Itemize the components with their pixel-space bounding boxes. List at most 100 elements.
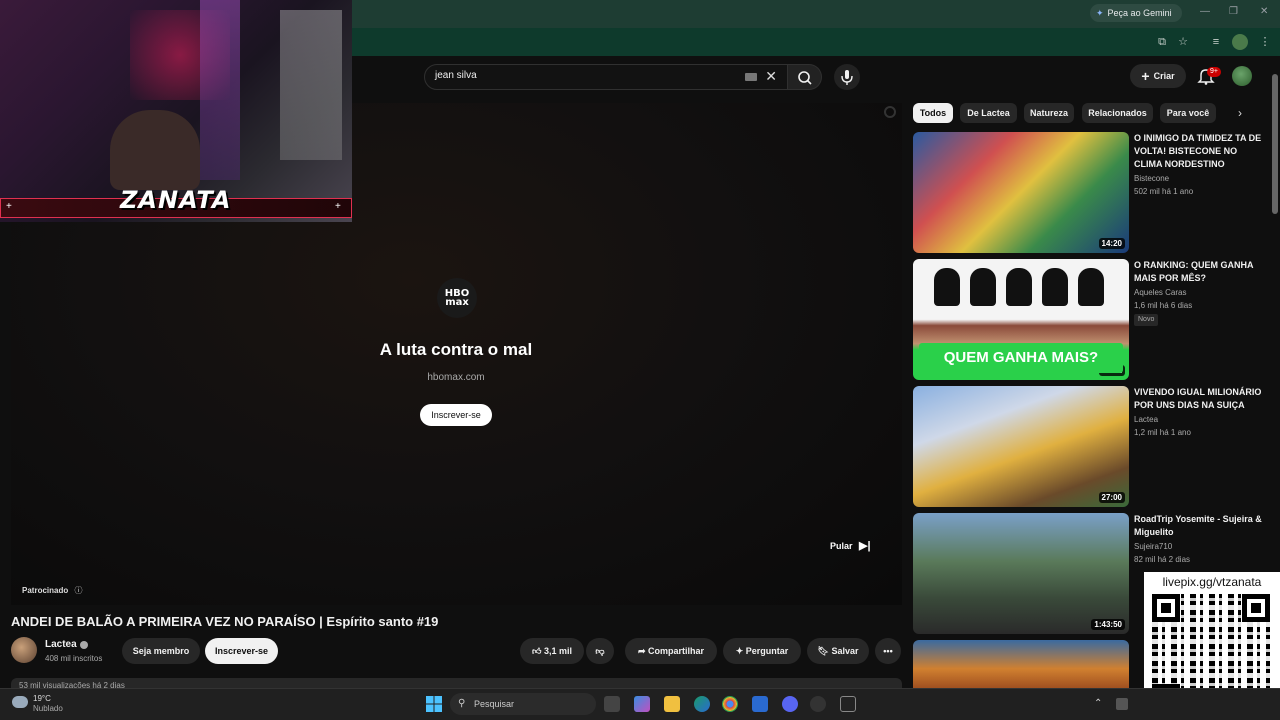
rec-thumbnail[interactable]: 14:20 bbox=[913, 132, 1129, 253]
start-button[interactable] bbox=[426, 696, 442, 712]
silhouette-icon bbox=[934, 268, 960, 306]
network-icon[interactable] bbox=[1116, 698, 1128, 710]
chip-para-voce[interactable]: Para você bbox=[1160, 103, 1216, 123]
subscribe-button[interactable]: Inscrever-se bbox=[205, 638, 278, 664]
rec-meta: 502 mil há 1 ano bbox=[1134, 187, 1194, 196]
rec-channel[interactable]: Lactea bbox=[1134, 415, 1158, 424]
search-input[interactable]: jean silva ✕ bbox=[424, 64, 788, 90]
rec-channel[interactable]: Aqueles Caras bbox=[1134, 288, 1186, 297]
silhouette-icon bbox=[1006, 268, 1032, 306]
rec-meta: 1,2 mil há 1 ano bbox=[1134, 428, 1191, 437]
close-window-icon[interactable]: ✕ bbox=[1260, 6, 1268, 17]
new-badge: Novo bbox=[1134, 314, 1159, 326]
rec-thumbnail[interactable]: 27:00 bbox=[913, 386, 1129, 507]
copilot-icon[interactable] bbox=[634, 696, 650, 712]
rec-title[interactable]: O RANKING: QUEM GANHA MAIS POR MÊS? bbox=[1134, 259, 1264, 285]
create-button[interactable]: + Criar bbox=[1130, 64, 1186, 88]
ask-gemini-button[interactable]: ✦ Peça ao Gemini bbox=[1090, 4, 1182, 22]
more-actions-button[interactable]: ••• bbox=[875, 638, 901, 664]
search-icon bbox=[798, 71, 812, 85]
microphone-icon bbox=[841, 70, 853, 85]
ask-gemini-label: Peça ao Gemini bbox=[1107, 8, 1172, 18]
bookmark-star-icon[interactable]: ☆ bbox=[1175, 34, 1191, 50]
sponsored-text: Patrocinado bbox=[22, 586, 69, 595]
sparkle-icon: ✦ bbox=[735, 646, 744, 656]
qr-finder-pattern bbox=[1242, 594, 1270, 622]
silhouette-icon bbox=[970, 268, 996, 306]
gemini-icon: ✦ bbox=[1096, 8, 1104, 18]
ad-url[interactable]: hbomax.com bbox=[300, 372, 612, 383]
thumbs-up-icon: 👍︎ bbox=[532, 646, 542, 656]
info-icon[interactable]: ⓘ bbox=[74, 586, 82, 595]
webcam-shelf bbox=[280, 10, 342, 160]
cloud-icon[interactable] bbox=[12, 696, 28, 708]
thumbs-down-icon: 👎︎ bbox=[595, 646, 605, 656]
chevron-up-icon[interactable]: ⌃ bbox=[1094, 698, 1106, 710]
plus-decoration-icon: + bbox=[6, 201, 12, 212]
windows-logo-icon bbox=[426, 696, 442, 712]
notification-count-badge: 9+ bbox=[1207, 67, 1221, 77]
hbo-max-logo: HBO max bbox=[437, 278, 477, 318]
rec-duration: 1:43:50 bbox=[1091, 619, 1125, 630]
clear-search-icon[interactable]: ✕ bbox=[765, 68, 777, 85]
chip-todos[interactable]: Todos bbox=[913, 103, 953, 123]
bookmark-icon: 🔖︎ bbox=[817, 646, 829, 656]
rec-channel[interactable]: Sujeira710 bbox=[1134, 542, 1172, 551]
channel-avatar[interactable] bbox=[11, 637, 37, 663]
join-button[interactable]: Seja membro bbox=[122, 638, 200, 664]
voice-search-button[interactable] bbox=[834, 64, 860, 90]
rec-thumbnail[interactable] bbox=[913, 640, 1129, 688]
ask-button[interactable]: ✦ Perguntar bbox=[723, 638, 801, 664]
more-icon: ••• bbox=[883, 646, 893, 656]
taskbar-search[interactable]: ⚲ Pesquisar bbox=[450, 693, 596, 715]
rec-channel[interactable]: Bistecone bbox=[1134, 174, 1169, 183]
rec-title[interactable]: O INIMIGO DA TIMIDEZ TA DE VOLTA! BISTEC… bbox=[1134, 132, 1264, 171]
file-explorer-icon[interactable] bbox=[664, 696, 680, 712]
rec-thumbnail-text: QUEM GANHA MAIS? bbox=[919, 343, 1123, 373]
browser-menu-icon[interactable]: ⋮ bbox=[1257, 34, 1273, 50]
weather-temperature[interactable]: 19°C bbox=[33, 694, 51, 703]
chip-relacionados[interactable]: Relacionados bbox=[1082, 103, 1153, 123]
media-controls-icon[interactable]: ≡ bbox=[1208, 34, 1224, 50]
rec-title[interactable]: RoadTrip Yosemite - Sujeira & Miguelito bbox=[1134, 513, 1264, 539]
epic-games-icon[interactable] bbox=[840, 696, 856, 712]
silhouette-icon bbox=[1078, 268, 1104, 306]
obs-icon[interactable] bbox=[810, 696, 826, 712]
plus-icon: + bbox=[1141, 68, 1150, 84]
discord-icon[interactable] bbox=[782, 696, 798, 712]
rec-title[interactable]: VIVENDO IGUAL MILIONÁRIO POR UNS DIAS NA… bbox=[1134, 386, 1264, 412]
weather-description[interactable]: Nublado bbox=[33, 704, 63, 713]
chevron-right-icon[interactable]: › bbox=[1238, 106, 1242, 120]
ad-subscribe-button[interactable]: Inscrever-se bbox=[420, 404, 492, 426]
channel-name[interactable]: Lactea bbox=[45, 639, 77, 650]
keyboard-icon[interactable] bbox=[745, 73, 757, 81]
silhouette-icon bbox=[1042, 268, 1068, 306]
rec-thumbnail[interactable]: 1:43:50 bbox=[913, 513, 1129, 634]
account-avatar[interactable] bbox=[1232, 66, 1252, 86]
minimize-icon[interactable]: — bbox=[1200, 6, 1210, 17]
rec-duration: 14:20 bbox=[1098, 238, 1125, 249]
task-view-icon[interactable] bbox=[604, 696, 620, 712]
share-button[interactable]: ➦ Compartilhar bbox=[625, 638, 717, 664]
like-count: 3,1 mil bbox=[543, 646, 572, 656]
dislike-button[interactable]: 👎︎ bbox=[586, 638, 614, 664]
skip-next-icon: ▶| bbox=[859, 540, 871, 552]
save-label: Salvar bbox=[831, 646, 859, 656]
install-app-icon[interactable]: ⧉ bbox=[1154, 34, 1170, 50]
livepix-url: livepix.gg/vtzanata bbox=[1162, 575, 1262, 589]
skip-ad-button[interactable]: Pular ▶| bbox=[830, 536, 884, 556]
save-button[interactable]: 🔖︎ Salvar bbox=[807, 638, 869, 664]
search-query: jean silva bbox=[435, 70, 477, 81]
chip-de-lactea[interactable]: De Lactea bbox=[960, 103, 1017, 123]
search-button[interactable] bbox=[788, 64, 822, 90]
restore-icon[interactable]: ❐ bbox=[1229, 6, 1238, 17]
like-button[interactable]: 👍︎ 3,1 mil bbox=[520, 638, 584, 664]
chip-natureza[interactable]: Natureza bbox=[1024, 103, 1074, 123]
store-icon[interactable] bbox=[752, 696, 768, 712]
edge-icon[interactable] bbox=[694, 696, 710, 712]
streamer-figure bbox=[110, 110, 200, 190]
webcam-background bbox=[200, 0, 240, 180]
chrome-icon[interactable] bbox=[722, 696, 738, 712]
profile-icon[interactable] bbox=[1232, 34, 1248, 50]
page-scrollbar[interactable] bbox=[1272, 74, 1278, 214]
